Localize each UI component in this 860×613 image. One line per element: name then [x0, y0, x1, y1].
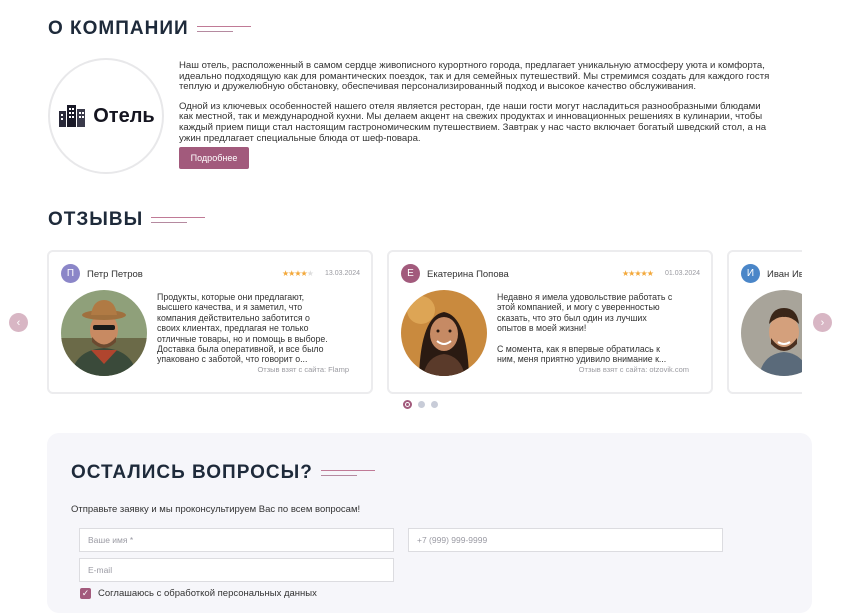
reviewer-avatar: И [741, 264, 760, 283]
consent-label: Соглашаюсь с обработкой персональных дан… [98, 588, 317, 599]
title-decoration [320, 466, 377, 480]
reviews-carousel[interactable]: П Петр Петров ★★★★★ 13.03.2024 Продукты,… [46, 249, 802, 397]
pagination-dot-1[interactable] [403, 400, 412, 409]
more-button[interactable]: Подробнее [179, 147, 249, 169]
next-arrow-button[interactable]: › [813, 313, 832, 332]
logo-text: Отель [93, 104, 155, 127]
reviewer-photo [61, 290, 147, 376]
reviewer-avatar: П [61, 264, 80, 283]
star-icon: ★ [646, 269, 654, 278]
check-icon: ✓ [81, 588, 90, 598]
reviewer-photo [741, 290, 802, 376]
contact-form-panel [47, 433, 812, 613]
review-card: Е Екатерина Попова ★★★★★ 01.03.2024 Неда… [387, 250, 713, 394]
rating-stars: ★★★★★ [622, 269, 654, 278]
rating-stars: ★★★★★ [282, 269, 314, 278]
review-text: Недавно я имела удовольствие работать с … [497, 292, 673, 365]
contact-subtitle: Отправьте заявку и мы проконсультируем В… [71, 504, 361, 515]
reviewer-photo [401, 290, 487, 376]
reviewer-name: Петр Петров [87, 269, 143, 280]
pagination-dot-2[interactable] [418, 401, 425, 408]
title-decoration [196, 22, 253, 36]
review-date: 01.03.2024 [665, 270, 701, 277]
reviewer-avatar: Е [401, 264, 420, 283]
about-description: Наш отель, расположенный в самом сердце … [179, 61, 809, 153]
about-title-text: О КОМПАНИИ [48, 18, 189, 39]
chevron-left-icon: ‹ [16, 316, 21, 329]
contact-section-title: ОСТАЛИСЬ ВОПРОСЫ? [71, 462, 377, 484]
phone-input[interactable]: +7 (999) 999-9999 [408, 528, 723, 552]
review-text: Продукты, которые они предлагают, высшег… [157, 292, 328, 365]
about-section-title: О КОМПАНИИ [48, 18, 253, 40]
contact-title-text: ОСТАЛИСЬ ВОПРОСЫ? [71, 462, 313, 483]
title-decoration [151, 213, 207, 227]
reviewer-name: Иван Ива [767, 269, 802, 280]
consent-row: ✓ Соглашаюсь с обработкой персональных д… [80, 588, 317, 599]
reviews-section-title: ОТЗЫВЫ [48, 209, 207, 231]
about-paragraph-2: Одной из ключевых особенностей нашего от… [179, 100, 767, 144]
consent-checkbox[interactable]: ✓ [80, 588, 91, 599]
email-input[interactable]: E-mail [79, 558, 394, 582]
pagination-dot-3[interactable] [431, 401, 438, 408]
reviews-title-text: ОТЗЫВЫ [48, 209, 144, 230]
about-paragraph-1: Наш отель, расположенный в самом сердце … [179, 61, 770, 93]
company-logo: Отель [48, 58, 164, 174]
prev-arrow-button[interactable]: ‹ [9, 313, 28, 332]
hotel-building-icon [59, 105, 86, 127]
star-icon: ★ [306, 269, 314, 278]
review-source: Отзыв взят с сайта: Flamp [257, 365, 349, 374]
review-source: Отзыв взят с сайта: otzovik.com [578, 365, 689, 374]
reviewer-name: Екатерина Попова [427, 269, 509, 280]
review-date: 13.03.2024 [325, 270, 361, 277]
review-card: П Петр Петров ★★★★★ 13.03.2024 Продукты,… [47, 250, 373, 394]
chevron-right-icon: › [820, 316, 825, 329]
name-input[interactable]: Ваше имя * [79, 528, 394, 552]
review-card: И Иван Ива [727, 250, 802, 394]
carousel-pagination [403, 400, 438, 409]
